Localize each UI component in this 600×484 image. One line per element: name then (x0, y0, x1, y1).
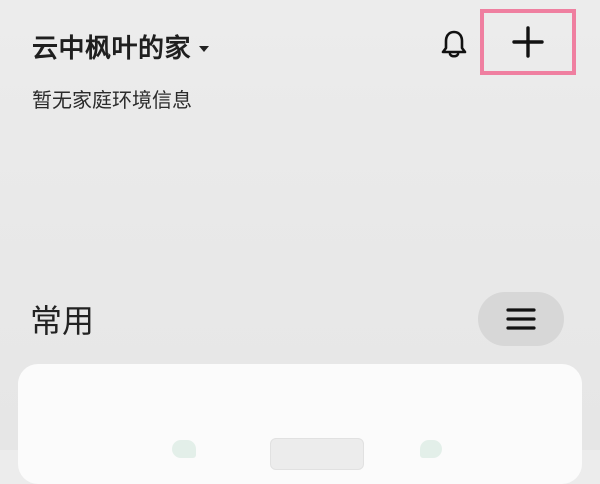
device-illustration (270, 438, 364, 470)
section-title-common: 常用 (30, 302, 95, 340)
home-selector[interactable]: 云中枫叶的家 (32, 28, 210, 65)
home-name: 云中枫叶的家 (32, 34, 192, 64)
hamburger-icon (506, 308, 536, 330)
menu-button[interactable] (478, 292, 564, 346)
bell-icon (441, 30, 467, 58)
add-button[interactable] (480, 9, 576, 75)
notification-button[interactable] (434, 24, 474, 64)
chevron-down-icon (199, 45, 210, 52)
plus-icon (512, 26, 544, 58)
favorites-card (18, 364, 582, 484)
home-environment-status: 暂无家庭环境信息 (32, 88, 192, 112)
leaf-icon (420, 440, 442, 458)
leaf-icon (172, 440, 196, 458)
